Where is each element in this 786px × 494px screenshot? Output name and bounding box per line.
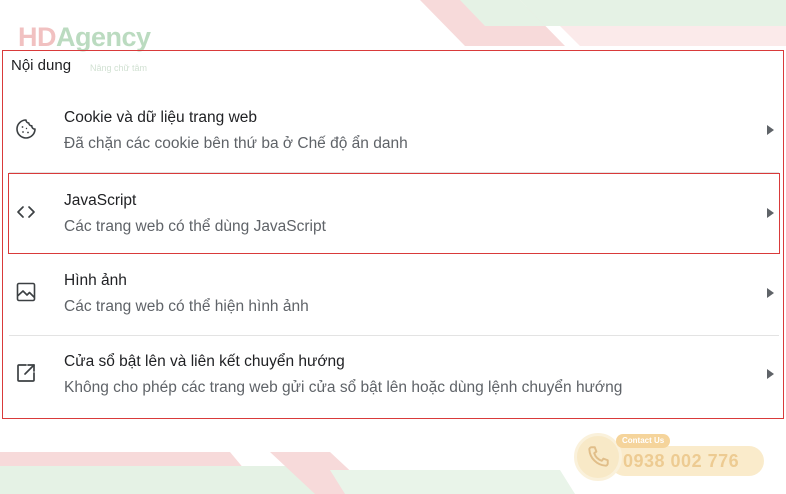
image-icon: [13, 279, 39, 305]
contact-badge: Contact Us 0938 002 776: [572, 432, 768, 482]
watermark-logo-hd: HD: [18, 22, 57, 52]
cookie-icon: [13, 116, 39, 142]
phone-icon: [574, 433, 622, 481]
settings-row-popups[interactable]: Cửa sổ bật lên và liên kết chuyển hướng …: [9, 335, 779, 416]
row-subtitle: Không cho phép các trang web gửi cửa sổ …: [64, 379, 623, 396]
row-subtitle: Các trang web có thể hiện hình ảnh: [64, 298, 309, 315]
row-title: Cửa sổ bật lên và liên kết chuyển hướng: [64, 353, 345, 370]
watermark: HDAgency Nâng chữ tâm: [18, 22, 151, 73]
row-subtitle: Các trang web có thể dùng JavaScript: [64, 218, 326, 235]
settings-row-cookies[interactable]: Cookie và dữ liệu trang web Đã chặn các …: [9, 91, 779, 172]
row-title: Cookie và dữ liệu trang web: [64, 109, 258, 126]
watermark-logo-agency: Agency: [56, 22, 151, 52]
chevron-right-icon: [765, 124, 775, 136]
row-title: JavaScript: [64, 192, 137, 209]
contact-phone: 0938 002 776: [623, 451, 740, 471]
settings-row-javascript[interactable]: JavaScript Các trang web có thể dùng Jav…: [8, 173, 780, 254]
chevron-right-icon: [765, 207, 775, 219]
watermark-logo: HDAgency: [18, 22, 151, 53]
section-title: Nội dung: [11, 57, 72, 74]
row-subtitle: Đã chặn các cookie bên thứ ba ở Chế độ ẩ…: [64, 135, 408, 152]
row-title: Hình ảnh: [64, 272, 127, 289]
content-settings-panel: Nội dung Cookie và dữ liệu trang web Đã …: [2, 50, 784, 419]
chevron-right-icon: [765, 368, 775, 380]
chevron-right-icon: [765, 287, 775, 299]
code-icon: [13, 199, 39, 225]
contact-tag: Contact Us: [616, 434, 671, 448]
open-in-new-icon: [13, 360, 39, 386]
settings-row-images[interactable]: Hình ảnh Các trang web có thể hiện hình …: [9, 254, 779, 335]
